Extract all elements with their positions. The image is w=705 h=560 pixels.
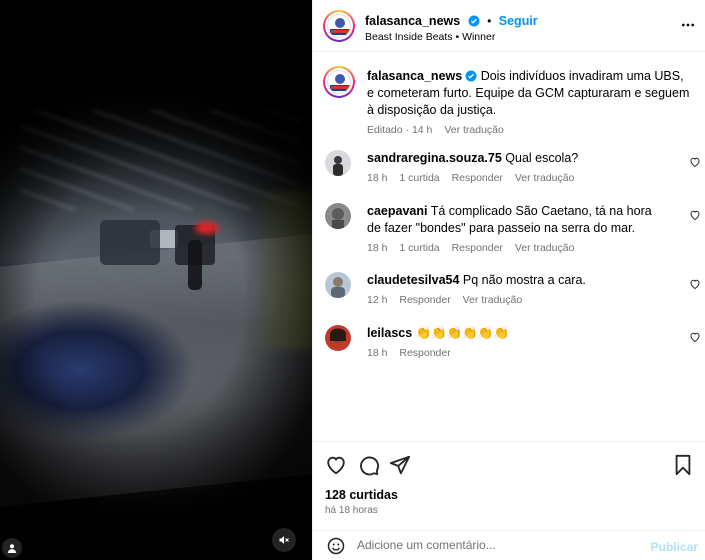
reply-button[interactable]: Responder bbox=[399, 347, 450, 359]
translate-link[interactable]: Ver tradução bbox=[515, 242, 575, 254]
author-avatar[interactable] bbox=[323, 10, 355, 42]
share-icon[interactable] bbox=[389, 454, 411, 476]
comment-meta: 18 h 1 curtida Responder Ver tradução bbox=[367, 240, 667, 257]
caption-edited: Editado · 14 h bbox=[367, 124, 433, 136]
publish-button[interactable]: Publicar bbox=[651, 540, 698, 554]
comment-time: 18 h bbox=[367, 347, 388, 359]
user-tag-button[interactable] bbox=[2, 538, 22, 558]
comment-meta: 18 h 1 curtida Responder Ver tradução bbox=[367, 170, 667, 187]
more-options-icon[interactable] bbox=[680, 17, 696, 33]
avatar-image bbox=[325, 203, 351, 229]
user-tag-icon bbox=[7, 544, 17, 553]
comment-body: caepavani Tá complicado São Caetano, tá … bbox=[367, 203, 667, 257]
emoji-icon[interactable] bbox=[327, 537, 345, 555]
reply-button[interactable]: Responder bbox=[399, 294, 450, 306]
header-separator: • bbox=[487, 14, 492, 28]
bookmark-icon[interactable] bbox=[672, 454, 694, 476]
avatar-image bbox=[325, 272, 351, 298]
audio-subtitle[interactable]: Beast Inside Beats • Winner bbox=[365, 31, 495, 43]
add-comment-bar: Publicar bbox=[313, 530, 705, 560]
comment-body: sandraregina.souza.75 Qual escola? 18 h … bbox=[367, 150, 667, 187]
comment-text: 👏👏👏👏👏👏 bbox=[415, 326, 510, 340]
heart-icon[interactable] bbox=[689, 331, 701, 343]
translate-link[interactable]: Ver tradução bbox=[463, 294, 523, 306]
comment-input[interactable] bbox=[357, 538, 637, 552]
verified-badge-icon bbox=[468, 15, 480, 27]
reply-button[interactable]: Responder bbox=[452, 172, 503, 184]
avatar-image bbox=[325, 150, 351, 176]
comment-time: 12 h bbox=[367, 294, 388, 306]
comment-text: Pq não mostra a cara. bbox=[462, 273, 586, 287]
video-vignette bbox=[0, 0, 312, 560]
caption-meta: Editado · 14 h Ver tradução bbox=[367, 122, 692, 139]
muted-speaker-icon bbox=[279, 536, 289, 544]
comment-username[interactable]: claudetesilva54 bbox=[367, 273, 459, 287]
comment-avatar[interactable] bbox=[325, 325, 351, 351]
comment-time: 18 h bbox=[367, 172, 388, 184]
avatar-image bbox=[325, 325, 351, 351]
caption-body: falasanca_news Dois indivíduos invadiram… bbox=[367, 68, 692, 139]
verified-badge-icon bbox=[465, 70, 477, 82]
likes-count[interactable]: 128 curtidas bbox=[325, 488, 398, 502]
caption-logo bbox=[327, 70, 351, 94]
comment-avatar[interactable] bbox=[325, 150, 351, 176]
author-username[interactable]: falasanca_news bbox=[365, 14, 460, 28]
heart-icon[interactable] bbox=[689, 156, 701, 168]
follow-button[interactable]: Seguir bbox=[499, 14, 538, 28]
heart-icon[interactable] bbox=[689, 209, 701, 221]
comment-body: claudetesilva54 Pq não mostra a cara. 12… bbox=[367, 272, 667, 309]
heart-icon[interactable] bbox=[325, 454, 347, 476]
post-time: há 18 horas bbox=[325, 505, 378, 516]
comment-username[interactable]: sandraregina.souza.75 bbox=[367, 151, 502, 165]
comment-username[interactable]: leilascs bbox=[367, 326, 412, 340]
comment-icon[interactable] bbox=[358, 454, 380, 476]
comment-username[interactable]: caepavani bbox=[367, 204, 427, 218]
translate-link[interactable]: Ver tradução bbox=[515, 172, 575, 184]
comment-text: Qual escola? bbox=[505, 151, 579, 165]
caption-avatar[interactable] bbox=[323, 66, 355, 98]
heart-icon[interactable] bbox=[689, 278, 701, 290]
author-logo bbox=[327, 14, 351, 38]
caption-username[interactable]: falasanca_news bbox=[367, 69, 462, 83]
caption-translate-link[interactable]: Ver tradução bbox=[444, 124, 504, 136]
comment-likes-count[interactable]: 1 curtida bbox=[399, 242, 439, 254]
comment-avatar[interactable] bbox=[325, 203, 351, 229]
comment-meta: 12 h Responder Ver tradução bbox=[367, 292, 667, 309]
comment-likes-count[interactable]: 1 curtida bbox=[399, 172, 439, 184]
mute-button[interactable] bbox=[272, 528, 296, 552]
comment-body: leilascs 👏👏👏👏👏👏 18 h Responder bbox=[367, 325, 667, 362]
comment-avatar[interactable] bbox=[325, 272, 351, 298]
post-video[interactable] bbox=[0, 0, 312, 560]
comment-meta: 18 h Responder bbox=[367, 345, 667, 362]
reply-button[interactable]: Responder bbox=[452, 242, 503, 254]
post-panel: falasanca_news • Seguir Beast Inside Bea… bbox=[312, 0, 705, 560]
comment-time: 18 h bbox=[367, 242, 388, 254]
post-header: falasanca_news • Seguir Beast Inside Bea… bbox=[313, 0, 705, 52]
